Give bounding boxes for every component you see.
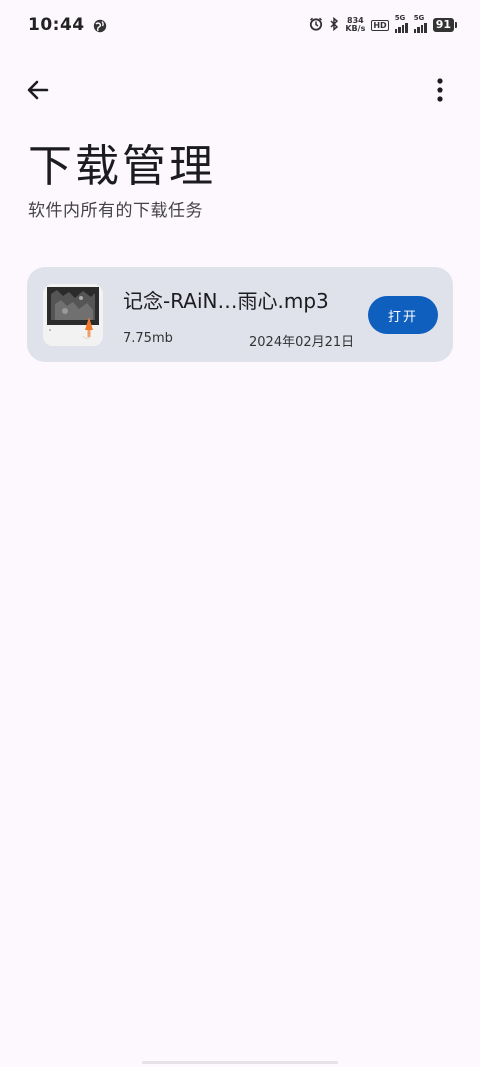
status-icons: 834 KB/s HD 5G 5G 91 (309, 14, 458, 35)
home-indicator[interactable] (142, 1061, 338, 1064)
open-button[interactable]: 打开 (368, 296, 438, 334)
more-options-button[interactable] (422, 72, 458, 108)
download-item[interactable]: 记念-RAiN…雨心.mp3 7.75mb 2024年02月21日 打开 (27, 267, 453, 362)
file-name: 记念-RAiN…雨心.mp3 (123, 289, 329, 313)
page-title: 下载管理 (28, 141, 216, 192)
hd-badge: HD (371, 19, 389, 31)
page-subtitle: 软件内所有的下载任务 (28, 201, 203, 221)
album-art-thumbnail (43, 284, 103, 346)
network-speed: 834 KB/s (345, 16, 366, 33)
signal-icon: 5G (413, 14, 427, 33)
globe-icon (93, 18, 107, 33)
more-vert-icon (437, 78, 443, 102)
signal-icon: 5G (394, 14, 408, 33)
bluetooth-icon (329, 16, 339, 35)
file-size: 7.75mb (123, 331, 173, 346)
back-button[interactable] (20, 72, 56, 108)
file-date: 2024年02月21日 (249, 335, 355, 350)
alarm-icon (309, 16, 323, 35)
status-time: 10:44 (28, 15, 85, 35)
status-bar: 10:44 834 KB/s HD 5G 5G 91 (0, 0, 480, 50)
battery-icon: 91 (432, 18, 458, 32)
top-app-bar (0, 66, 480, 116)
arrow-left-icon (27, 80, 49, 100)
